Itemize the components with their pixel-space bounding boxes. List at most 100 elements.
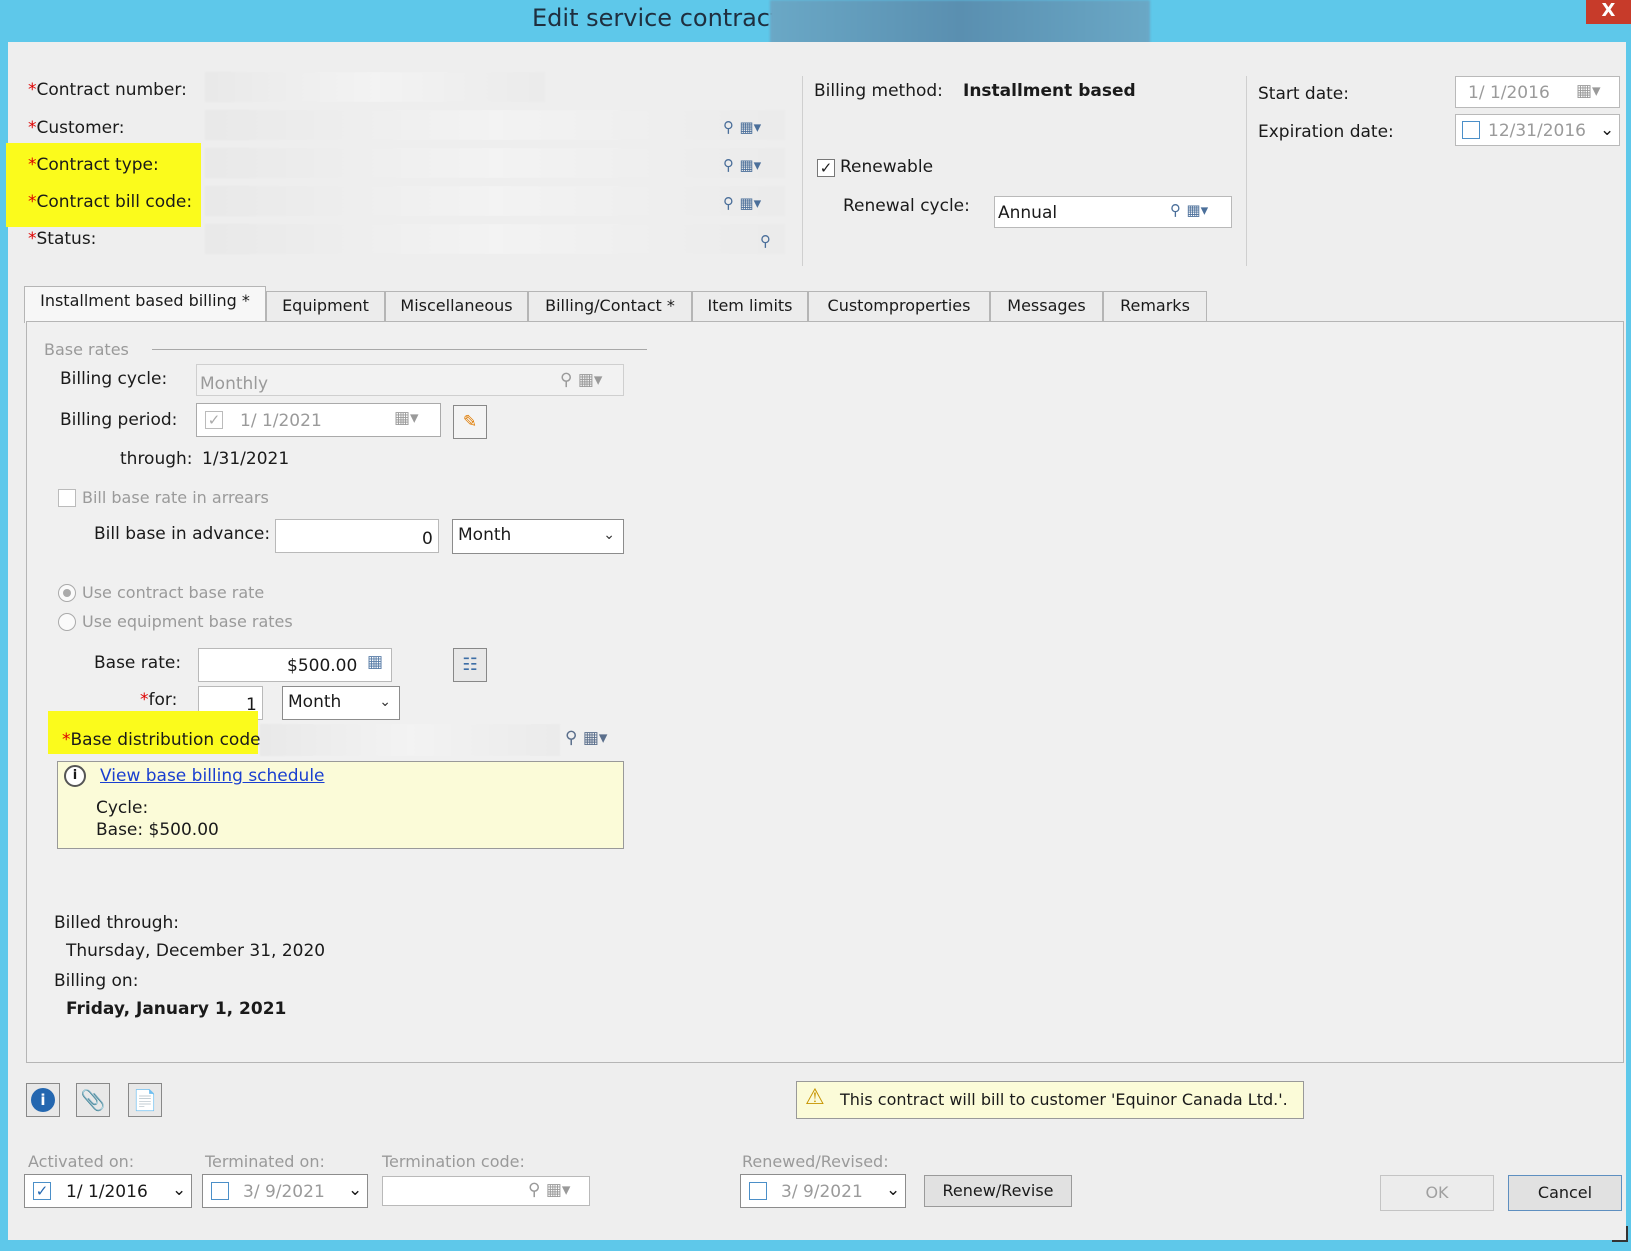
contract-number-label: *Contract number: [28, 80, 187, 100]
customer-label: *Customer: [28, 118, 125, 138]
search-icon[interactable]: ⚲ [723, 194, 734, 212]
tab-installment-billing[interactable]: Installment based billing * [24, 286, 266, 323]
customer-field[interactable] [205, 110, 785, 140]
calculator-icon[interactable]: ▦ [367, 652, 383, 672]
info-icon: i [31, 1088, 55, 1112]
contract-number-field[interactable] [205, 72, 545, 102]
bill-in-advance-value: 0 [422, 529, 433, 549]
renewal-cycle-lookup-icons[interactable]: ⚲ ▦▾ [1170, 200, 1208, 220]
billing-cycle-lookup-icons[interactable]: ⚲ ▦▾ [560, 370, 602, 390]
contract-bill-code-label: *Contract bill code: [28, 192, 193, 212]
billing-method-value: Installment based [963, 81, 1136, 101]
base-summary: Base: $500.00 [96, 820, 219, 840]
renewable-checkbox[interactable]: ✓ [817, 159, 835, 177]
edit-pencil-icon[interactable]: ✎ [453, 405, 487, 439]
contract-type-lookup-icons[interactable]: ⚲ ▦▾ [723, 155, 761, 175]
search-icon[interactable]: ⚲ [760, 232, 771, 250]
customer-lookup-icons[interactable]: ⚲ ▦▾ [723, 117, 761, 137]
renew-revise-button[interactable]: Renew/Revise [924, 1175, 1072, 1207]
through-label: through: [120, 449, 193, 469]
base-rate-label: Base rate: [94, 653, 182, 673]
for-unit-select[interactable]: Month ⌄ [282, 686, 400, 720]
search-icon[interactable]: ⚲ [565, 728, 577, 748]
use-equipment-rates-radio[interactable] [58, 613, 76, 631]
base-rates-legend: Base rates [44, 340, 129, 359]
search-icon[interactable]: ⚲ [560, 370, 572, 390]
bill-in-advance-input[interactable] [275, 519, 439, 553]
activated-on-label: Activated on: [28, 1152, 135, 1171]
warning-text: This contract will bill to customer 'Equ… [840, 1090, 1288, 1109]
resize-grip-icon[interactable] [1612, 1226, 1628, 1242]
renewed-revised-checkbox[interactable] [749, 1182, 767, 1200]
expiration-date-checkbox[interactable] [1462, 121, 1480, 139]
chevron-down-icon: ⌄ [603, 527, 615, 543]
base-distribution-field[interactable] [260, 724, 560, 756]
termination-code-lookup-icons[interactable]: ⚲ ▦▾ [528, 1180, 570, 1200]
terminated-on-checkbox[interactable] [211, 1182, 229, 1200]
billing-period-value: 1/ 1/2021 [240, 411, 322, 431]
search-icon[interactable]: ⚲ [1170, 201, 1181, 219]
renewable-label: Renewable [840, 157, 934, 177]
billing-on-value: Friday, January 1, 2021 [66, 999, 287, 1019]
calendar-dropdown-icon[interactable]: ▦▾ [394, 408, 419, 428]
status-label: *Status: [28, 229, 97, 249]
tab-customproperties[interactable]: Customproperties [808, 291, 990, 321]
search-icon[interactable]: ⚲ [723, 118, 734, 136]
distribution-lookup-icons[interactable]: ⚲ ▦▾ [565, 728, 607, 748]
calendar-dropdown-icon[interactable]: ▦▾ [1576, 81, 1601, 101]
cancel-button[interactable]: Cancel [1508, 1175, 1622, 1211]
status-lookup-icon[interactable]: ⚲ [760, 231, 771, 251]
base-distribution-label: *Base distribution code: [62, 730, 267, 750]
activated-on-checkbox[interactable]: ✓ [33, 1182, 51, 1200]
options-dropdown-icon[interactable]: ▦▾ [578, 370, 603, 390]
use-contract-rate-label: Use contract base rate [82, 583, 265, 602]
for-label: *for: [140, 690, 178, 710]
contract-bill-code-field[interactable] [205, 186, 785, 216]
options-dropdown-icon[interactable]: ▦▾ [1186, 201, 1208, 219]
through-value: 1/31/2021 [202, 449, 290, 469]
options-dropdown-icon[interactable]: ▦▾ [583, 728, 608, 748]
tab-billing-contact[interactable]: Billing/Contact * [528, 291, 692, 321]
chevron-down-icon[interactable]: ⌄ [1600, 120, 1614, 140]
tab-item-limits[interactable]: Item limits [692, 291, 808, 321]
options-dropdown-icon[interactable]: ▦▾ [739, 118, 761, 136]
search-icon[interactable]: ⚲ [528, 1180, 540, 1200]
chevron-down-icon[interactable]: ⌄ [172, 1180, 186, 1200]
bill-in-advance-label: Bill base in advance: [94, 524, 271, 544]
warning-icon: ⚠ [805, 1085, 825, 1110]
base-rate-value: $500.00 [287, 656, 358, 676]
tab-equipment[interactable]: Equipment [266, 291, 385, 321]
cycle-label: Cycle: [96, 798, 149, 818]
expiration-date-value: 12/31/2016 [1488, 121, 1586, 141]
close-button[interactable]: X [1586, 0, 1631, 24]
tab-miscellaneous[interactable]: Miscellaneous [385, 291, 528, 321]
rate-schedule-icon[interactable]: ☷ [453, 648, 487, 682]
billing-cycle-value: Monthly [200, 374, 269, 394]
options-dropdown-icon[interactable]: ▦▾ [739, 156, 761, 174]
ok-button[interactable]: OK [1380, 1175, 1494, 1211]
bill-in-advance-unit-select[interactable]: Month ⌄ [452, 519, 624, 554]
chevron-down-icon[interactable]: ⌄ [886, 1180, 900, 1200]
renewed-revised-label: Renewed/Revised: [742, 1152, 889, 1171]
chevron-down-icon: ⌄ [379, 694, 391, 710]
info-button[interactable]: i [26, 1083, 60, 1117]
attachment-icon[interactable]: 📎 [76, 1083, 110, 1117]
view-schedule-link[interactable]: View base billing schedule [100, 766, 325, 786]
contract-type-field[interactable] [205, 148, 785, 178]
bill-code-lookup-icons[interactable]: ⚲ ▦▾ [723, 193, 761, 213]
status-field[interactable] [205, 224, 785, 254]
notes-icon[interactable]: 📄 [128, 1083, 162, 1117]
renewal-cycle-label: Renewal cycle: [843, 196, 970, 216]
options-dropdown-icon[interactable]: ▦▾ [546, 1180, 571, 1200]
options-dropdown-icon[interactable]: ▦▾ [739, 194, 761, 212]
bill-arrears-checkbox[interactable] [58, 489, 76, 507]
for-unit: Month [288, 692, 342, 712]
billing-period-checkbox[interactable]: ✓ [205, 411, 223, 429]
use-contract-rate-radio[interactable] [58, 584, 76, 602]
tab-remarks[interactable]: Remarks [1103, 291, 1207, 321]
search-icon[interactable]: ⚲ [723, 156, 734, 174]
billing-method-label: Billing method: [814, 81, 943, 101]
header-divider-2 [1246, 76, 1247, 266]
chevron-down-icon[interactable]: ⌄ [348, 1180, 362, 1200]
tab-messages[interactable]: Messages [990, 291, 1103, 321]
